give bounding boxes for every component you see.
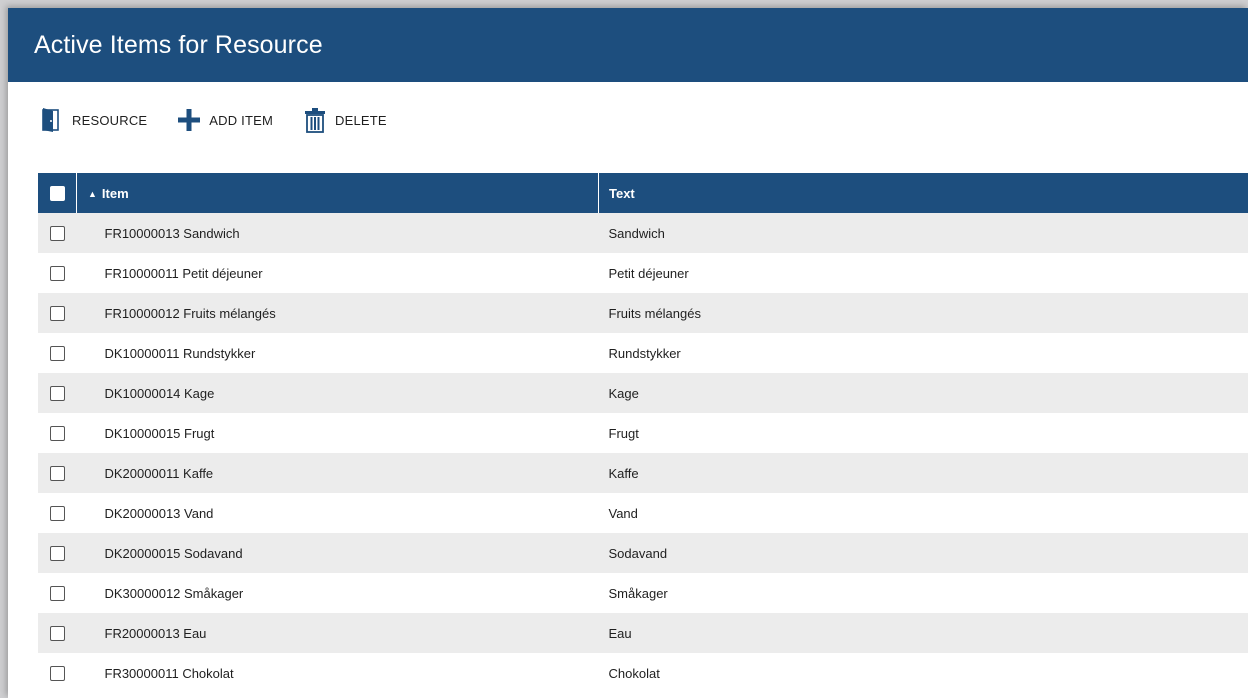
delete-button[interactable]: DELETE [301, 106, 387, 134]
table-row[interactable]: FR10000013 Sandwich Sandwich [38, 213, 1248, 253]
table-row[interactable]: FR10000011 Petit déjeuner Petit déjeuner [38, 253, 1248, 293]
item-cell: DK10000011 Rundstykker [76, 333, 599, 373]
row-checkbox[interactable] [49, 346, 65, 362]
toolbar: RESOURCE ADD ITEM DELETE [38, 104, 415, 136]
text-cell: Frugt [598, 413, 1248, 453]
text-cell: Vand [598, 493, 1248, 533]
table-row[interactable]: DK10000011 Rundstykker Rundstykker [38, 333, 1248, 373]
row-checkbox[interactable] [49, 426, 65, 442]
row-checkbox[interactable] [49, 266, 65, 282]
item-cell: DK10000015 Frugt [76, 413, 599, 453]
text-cell: Fruits mélangés [598, 293, 1248, 333]
table-row[interactable]: DK10000015 Frugt Frugt [38, 413, 1248, 453]
table-row[interactable]: FR30000011 Chokolat Chokolat [38, 653, 1248, 693]
table-row[interactable]: DK20000013 Vand Vand [38, 493, 1248, 533]
table-row[interactable]: FR10000012 Fruits mélangés Fruits mélangé… [38, 293, 1248, 333]
text-cell: Sodavand [598, 533, 1248, 573]
row-checkbox-cell [38, 493, 77, 533]
text-cell: Eau [598, 613, 1248, 653]
table-row[interactable]: FR20000013 Eau Eau [38, 613, 1248, 653]
door-icon [38, 106, 66, 134]
row-checkbox-cell [38, 253, 77, 293]
column-header-item[interactable]: ▲ Item [76, 173, 599, 213]
item-cell: FR10000012 Fruits mélangés [76, 293, 599, 333]
row-checkbox-cell [38, 413, 77, 453]
sort-ascending-icon: ▲ [88, 188, 97, 199]
window-title: Active Items for Resource [34, 30, 323, 59]
trash-icon [301, 106, 329, 134]
item-cell: DK30000012 Småkager [76, 573, 599, 613]
table-row[interactable]: DK10000014 Kage Kage [38, 373, 1248, 413]
resource-button[interactable]: RESOURCE [38, 106, 147, 134]
row-checkbox-cell [38, 333, 77, 373]
row-checkbox[interactable] [49, 466, 65, 482]
title-bar: Active Items for Resource [8, 8, 1248, 82]
select-all-checkbox[interactable] [49, 186, 65, 202]
active-items-window: Active Items for Resource RESOURCE ADD I… [8, 8, 1248, 698]
item-cell: DK20000013 Vand [76, 493, 599, 533]
column-header-text[interactable]: Text [598, 173, 1248, 213]
row-checkbox-cell [38, 373, 77, 413]
row-checkbox[interactable] [49, 666, 65, 682]
resource-button-label: RESOURCE [72, 112, 148, 128]
item-cell: DK10000014 Kage [76, 373, 599, 413]
row-checkbox-cell [38, 613, 77, 653]
grid-body: FR10000013 Sandwich Sandwich FR10000011 Pe… [38, 213, 1248, 693]
row-checkbox-cell [38, 453, 77, 493]
item-cell: FR30000011 Chokolat [76, 653, 599, 693]
text-cell: Småkager [598, 573, 1248, 613]
item-cell: FR20000013 Eau [76, 613, 599, 653]
row-checkbox[interactable] [49, 226, 65, 242]
row-checkbox[interactable] [49, 386, 65, 402]
item-cell: FR10000011 Petit déjeuner [76, 253, 599, 293]
item-cell: FR10000013 Sandwich [76, 213, 599, 253]
row-checkbox-cell [38, 293, 77, 333]
column-header-item-label: Item [101, 185, 129, 201]
table-row[interactable]: DK20000011 Kaffe Kaffe [38, 453, 1248, 493]
add-item-button[interactable]: ADD ITEM [175, 106, 273, 134]
row-checkbox[interactable] [49, 626, 65, 642]
select-all-cell [38, 173, 77, 213]
item-cell: DK20000011 Kaffe [76, 453, 599, 493]
plus-icon [175, 106, 203, 134]
text-cell: Kaffe [598, 453, 1248, 493]
row-checkbox-cell [38, 653, 77, 693]
grid-header-row: ▲ Item Text [38, 173, 1248, 213]
row-checkbox-cell [38, 573, 77, 613]
row-checkbox-cell [38, 533, 77, 573]
row-checkbox[interactable] [49, 306, 65, 322]
table-row[interactable]: DK30000012 Småkager Småkager [38, 573, 1248, 613]
row-checkbox[interactable] [49, 586, 65, 602]
add-item-button-label: ADD ITEM [209, 112, 273, 128]
row-checkbox[interactable] [49, 546, 65, 562]
row-checkbox[interactable] [49, 506, 65, 522]
item-cell: DK20000015 Sodavand [76, 533, 599, 573]
text-cell: Sandwich [598, 213, 1248, 253]
text-cell: Rundstykker [598, 333, 1248, 373]
delete-button-label: DELETE [335, 112, 387, 128]
column-header-text-label: Text [609, 185, 635, 201]
text-cell: Chokolat [598, 653, 1248, 693]
text-cell: Petit déjeuner [598, 253, 1248, 293]
row-checkbox-cell [38, 213, 77, 253]
table-row[interactable]: DK20000015 Sodavand Sodavand [38, 533, 1248, 573]
items-grid: ▲ Item Text FR10000013 Sandwich Sandwich FR… [38, 173, 1248, 693]
text-cell: Kage [598, 373, 1248, 413]
